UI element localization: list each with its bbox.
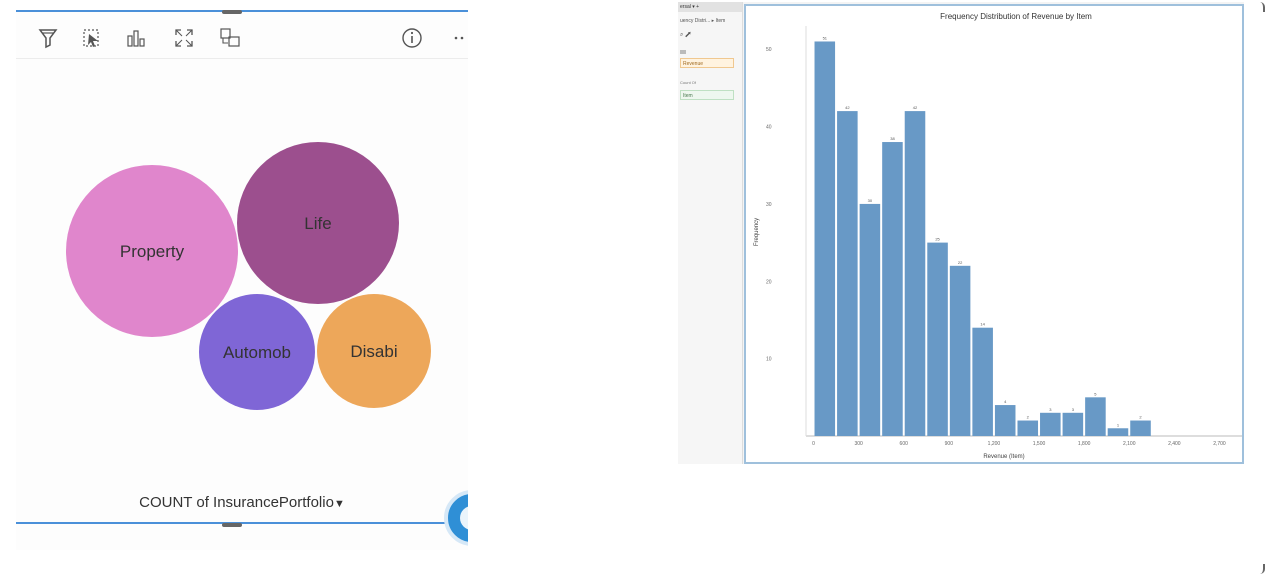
histogram-bar[interactable]: [949, 265, 971, 436]
chart-type-icon[interactable]: [124, 26, 148, 50]
histogram-app-window: ersal ▾ + uency Distri... ▸ Item ⌕ ⬈ Rev…: [678, 2, 1244, 464]
histogram-bar[interactable]: [1040, 412, 1061, 436]
y-tick-label: 30: [766, 202, 772, 208]
x-tick-label: 300: [854, 441, 863, 447]
bubble-chart: Property Life Automob Disabi: [66, 142, 431, 410]
bar-value-label: 3: [1049, 407, 1052, 412]
bubble-label-life: Life: [304, 214, 331, 233]
histogram-bar[interactable]: [882, 142, 903, 437]
y-tick-label: 10: [766, 357, 772, 363]
bar-value-label: 38: [890, 136, 895, 141]
bubble-automob[interactable]: Automob: [199, 294, 315, 410]
field-revenue[interactable]: Revenue: [680, 58, 734, 68]
histogram-bar[interactable]: [814, 41, 836, 436]
bubble-disabi[interactable]: Disabi: [317, 294, 431, 408]
bubble-life[interactable]: Life: [237, 142, 399, 304]
x-axis-label: Revenue (Item): [983, 454, 1024, 460]
bar-value-label: 4: [1004, 399, 1007, 404]
pane-chart-name[interactable]: uency Distri... ▸ Item: [680, 18, 725, 24]
bar-value-label: 5: [1094, 391, 1097, 396]
histogram-bar[interactable]: [837, 111, 858, 437]
more-icon[interactable]: [452, 26, 468, 50]
x-tick-label: 900: [945, 441, 954, 447]
y-axis-label: Frequency: [754, 218, 760, 246]
count-field-selector[interactable]: COUNT of InsurancePortfolio▼: [16, 494, 468, 511]
bar-value-label: 51: [823, 35, 828, 40]
y-tick-label: 20: [766, 279, 772, 285]
dropdown-caret-icon: ▼: [333, 498, 345, 510]
resize-handle-bottom[interactable]: [222, 523, 242, 527]
bubble-label-property: Property: [120, 242, 185, 261]
histogram-bar[interactable]: [859, 203, 881, 436]
histogram-bar[interactable]: [994, 405, 1016, 436]
bubble-property[interactable]: Property: [66, 165, 238, 337]
histogram-bar[interactable]: [927, 242, 948, 436]
bar-value-label: 3: [1072, 407, 1075, 412]
histogram-bar[interactable]: [1107, 428, 1129, 436]
field-label-count: Count Of: [680, 80, 697, 85]
select-icon[interactable]: [80, 26, 104, 50]
y-tick-label: 50: [766, 47, 772, 53]
histogram-plot-frame: Frequency Distribution of Revenue by Ite…: [744, 4, 1244, 464]
histogram-bar[interactable]: [1085, 397, 1106, 436]
bars: 5142303842252214423 3512: [814, 35, 1151, 437]
x-tick-label: 0: [812, 441, 815, 447]
y-tick-label: 40: [766, 125, 772, 131]
histogram-bar[interactable]: [1130, 420, 1151, 436]
data-pane: ersal ▾ + uency Distri... ▸ Item ⌕ ⬈ Rev…: [678, 2, 743, 464]
histogram-bar[interactable]: [904, 111, 926, 437]
field-item[interactable]: Item: [680, 90, 734, 100]
bar-value-label: 14: [980, 322, 985, 327]
bracket-mark-bottom: [1260, 564, 1265, 574]
histogram-bar[interactable]: [1062, 412, 1084, 436]
bar-value-label: 25: [935, 237, 940, 242]
expand-icon[interactable]: [172, 26, 196, 50]
bubble-chart-card: Property Life Automob Disabi COUNT of In…: [16, 10, 468, 550]
x-tick-label: 2,400: [1168, 441, 1181, 447]
info-icon[interactable]: [400, 26, 424, 50]
bar-value-label: 2: [1027, 415, 1030, 420]
x-tick-label: 2,700: [1213, 441, 1226, 447]
x-tick-label: 600: [900, 441, 909, 447]
bar-value-label: 2: [1139, 415, 1142, 420]
bracket-mark-top: [1260, 2, 1265, 12]
flip-card-icon[interactable]: [218, 26, 242, 50]
chart-title: Frequency Distribution of Revenue by Ite…: [940, 12, 1092, 21]
bar-value-label: 42: [845, 105, 850, 110]
histogram-chart: Frequency Distribution of Revenue by Ite…: [754, 12, 1242, 460]
histogram-bar[interactable]: [972, 327, 993, 436]
x-tick-label: 1,500: [1033, 441, 1046, 447]
field-label-marker: [680, 50, 686, 54]
card-bottom-border: [16, 522, 468, 524]
bar-value-label: 1: [1117, 422, 1120, 427]
bubble-label-automob: Automob: [223, 343, 291, 362]
histogram-bar[interactable]: [1017, 420, 1039, 436]
bar-value-label: 42: [913, 105, 918, 110]
bar-value-label: 22: [958, 260, 963, 265]
fab-icon: [460, 506, 468, 530]
x-tick-label: 2,100: [1123, 441, 1136, 447]
count-field-label: COUNT of InsurancePortfolio: [139, 494, 334, 511]
bubble-label-disabi: Disabi: [350, 342, 397, 361]
x-tick-label: 1,200: [988, 441, 1001, 447]
card-top-border: [16, 10, 468, 12]
card-toolbar: [16, 14, 468, 59]
filter-icon[interactable]: [36, 26, 60, 50]
pane-tabs[interactable]: ersal ▾ +: [678, 2, 742, 12]
bar-value-label: 30: [868, 198, 873, 203]
x-tick-label: 1,800: [1078, 441, 1091, 447]
pane-tools[interactable]: ⌕ ⬈: [680, 32, 691, 39]
